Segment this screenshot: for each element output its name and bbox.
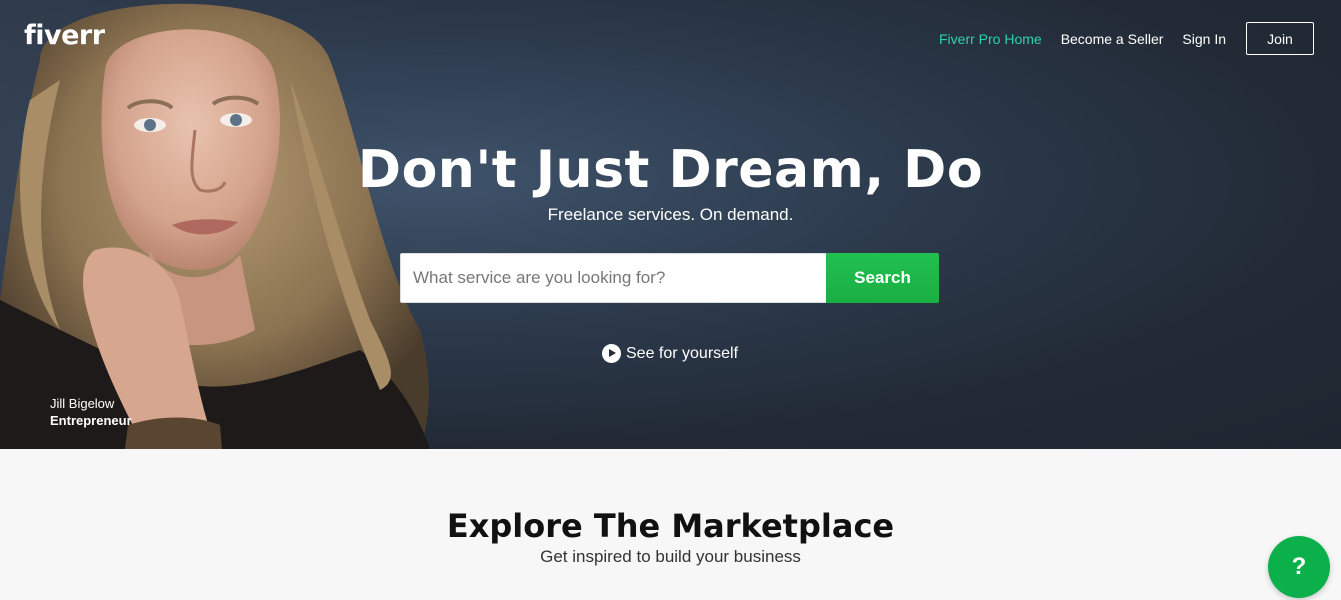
search-input[interactable]: [400, 253, 826, 303]
see-for-yourself-link[interactable]: See for yourself: [602, 344, 738, 363]
person-role: Entrepreneur: [50, 413, 132, 428]
become-seller-link[interactable]: Become a Seller: [1061, 31, 1164, 47]
help-button[interactable]: ?: [1268, 536, 1330, 598]
fiverr-pro-home-link[interactable]: Fiverr Pro Home: [939, 31, 1042, 47]
sign-in-link[interactable]: Sign In: [1182, 31, 1226, 47]
hero-subheadline: Freelance services. On demand.: [547, 205, 794, 224]
hero-headline: Don't Just Dream, Do: [357, 140, 984, 200]
join-button[interactable]: Join: [1246, 22, 1314, 55]
person-name: Jill Bigelow: [50, 396, 115, 411]
play-icon: [602, 344, 621, 363]
top-nav: Fiverr Pro Home Become a Seller Sign In …: [920, 22, 1314, 55]
explore-title: Explore The Marketplace: [446, 507, 895, 545]
see-for-yourself-label: See for yourself: [626, 344, 739, 362]
fiverr-logo[interactable]: fiverr: [24, 20, 105, 51]
person-caption: Jill Bigelow Entrepreneur: [50, 395, 132, 429]
hero-section: fiverr Fiverr Pro Home Become a Seller S…: [0, 0, 1341, 449]
explore-subtitle: Get inspired to build your business: [540, 547, 801, 566]
search-bar: Search: [400, 253, 939, 303]
search-button[interactable]: Search: [826, 253, 939, 303]
